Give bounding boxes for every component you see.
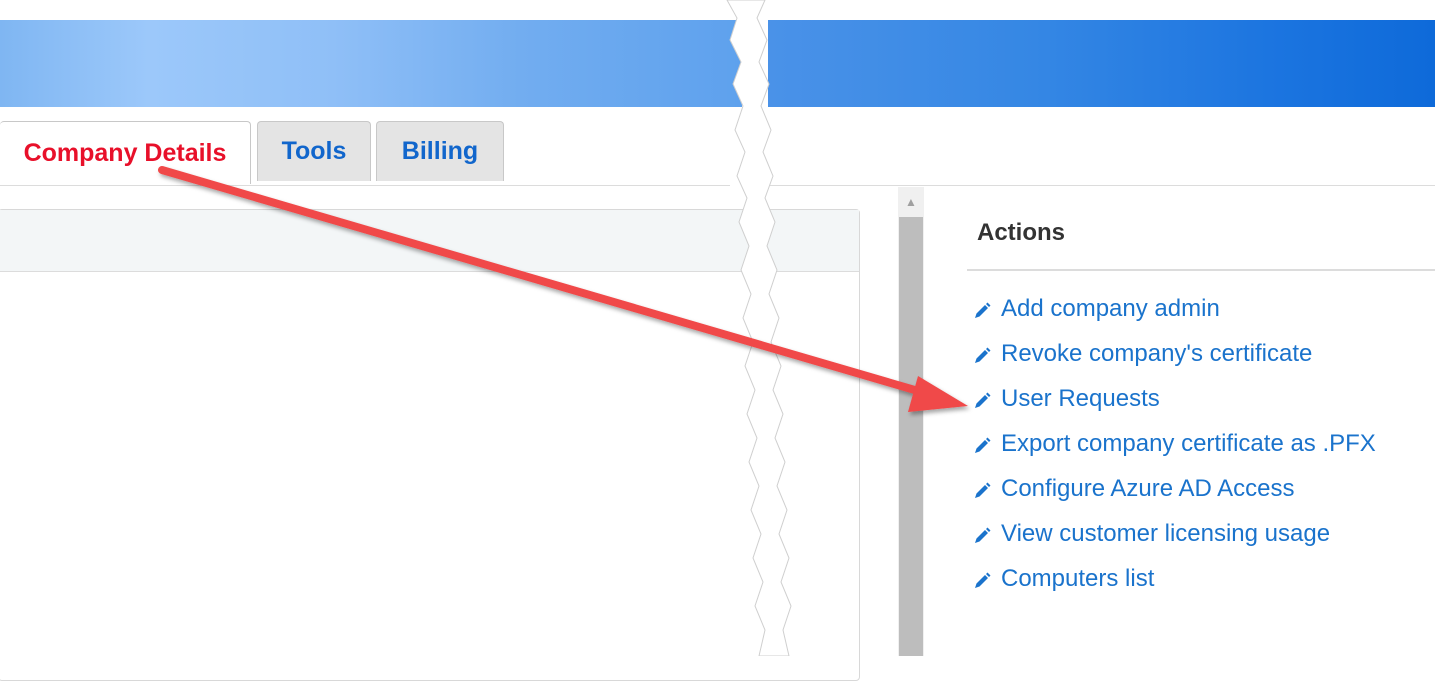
- triangle-up-icon[interactable]: ▲: [898, 187, 924, 217]
- pencil-icon: [975, 437, 991, 453]
- actions-list: Add company admin Revoke company's certi…: [972, 295, 1376, 610]
- pencil-icon: [975, 482, 991, 498]
- tab-divider: [0, 185, 730, 186]
- action-label: View customer licensing usage: [1001, 520, 1331, 547]
- action-label: User Requests: [1001, 385, 1160, 412]
- action-add-company-admin[interactable]: Add company admin: [972, 295, 1376, 340]
- action-configure-azure-ad[interactable]: Configure Azure AD Access: [972, 475, 1376, 520]
- action-label: Add company admin: [1001, 295, 1220, 322]
- actions-panel: Actions Add company admin Revoke company…: [940, 187, 1435, 656]
- action-export-pfx[interactable]: Export company certificate as .PFX: [972, 430, 1376, 475]
- actions-heading: Actions: [977, 219, 1066, 246]
- actions-divider: [967, 269, 1435, 271]
- torn-edge-divider: [726, 0, 792, 656]
- header-banner-right: [768, 20, 1435, 107]
- action-user-requests[interactable]: User Requests: [972, 385, 1376, 430]
- vertical-scrollbar[interactable]: ▲: [898, 187, 924, 656]
- header-banner-left: [0, 20, 742, 107]
- tab-divider-right: [770, 185, 1435, 186]
- pencil-icon: [975, 302, 991, 318]
- pencil-icon: [975, 347, 991, 363]
- scrollbar-thumb[interactable]: [899, 217, 923, 656]
- tab-company-details[interactable]: Company Details: [0, 121, 251, 184]
- action-revoke-certificate[interactable]: Revoke company's certificate: [972, 340, 1376, 385]
- action-computers-list[interactable]: Computers list: [972, 565, 1376, 610]
- action-label: Computers list: [1001, 565, 1155, 592]
- action-label: Revoke company's certificate: [1001, 340, 1313, 367]
- tab-tools[interactable]: Tools: [257, 121, 371, 181]
- action-label: Export company certificate as .PFX: [1001, 430, 1376, 457]
- pencil-icon: [975, 572, 991, 588]
- action-view-licensing-usage[interactable]: View customer licensing usage: [972, 520, 1376, 565]
- action-label: Configure Azure AD Access: [1001, 475, 1295, 502]
- pencil-icon: [975, 527, 991, 543]
- pencil-icon: [975, 392, 991, 408]
- tab-billing[interactable]: Billing: [376, 121, 504, 181]
